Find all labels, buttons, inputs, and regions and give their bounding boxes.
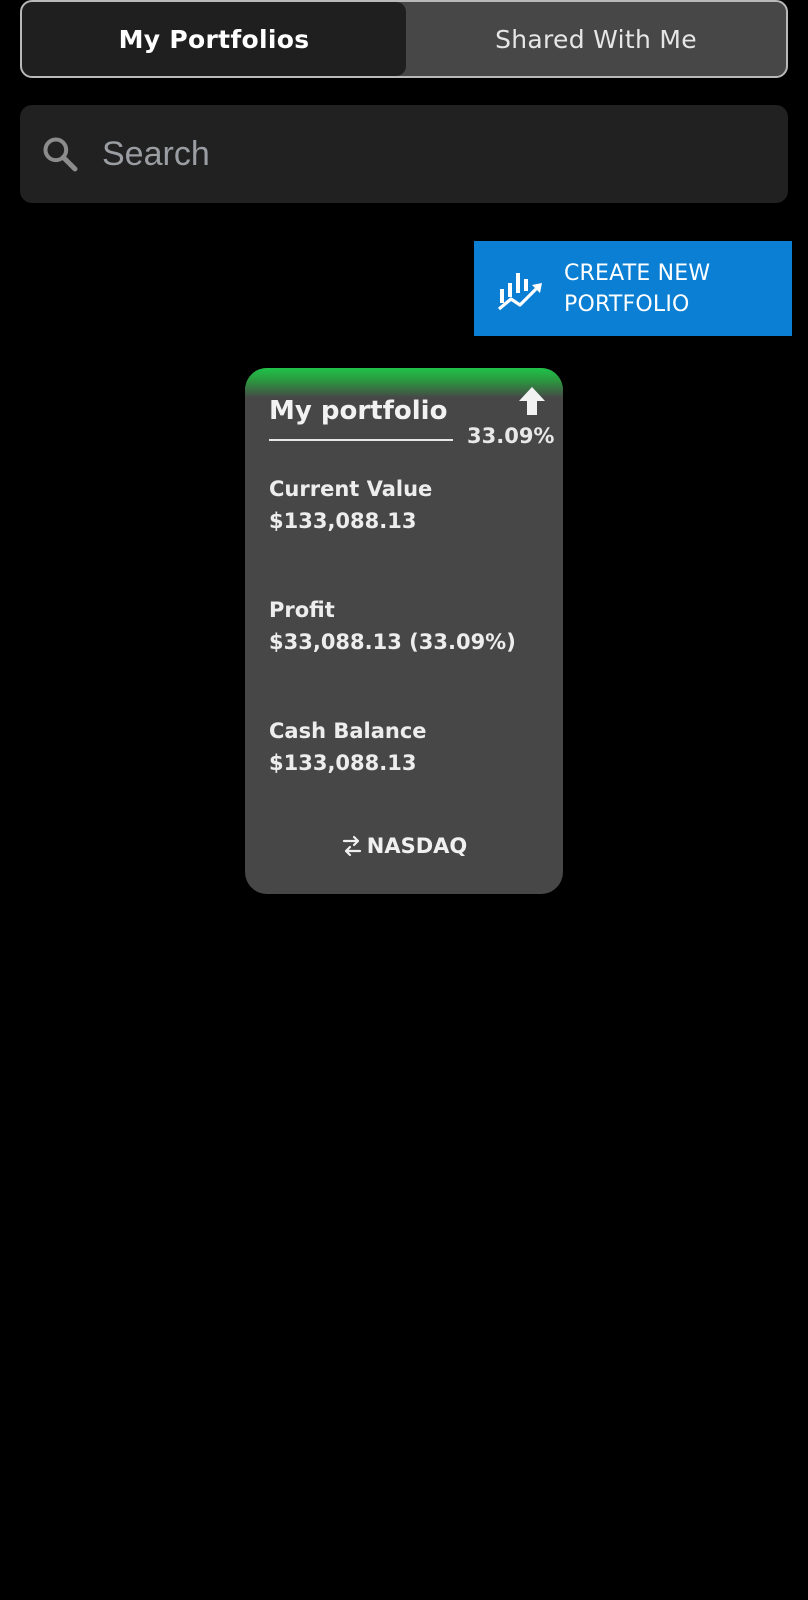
profit-label: Profit — [269, 598, 335, 622]
cash-balance-label: Cash Balance — [269, 719, 427, 743]
search-bar — [20, 105, 788, 203]
chart-growth-icon — [497, 272, 542, 310]
portfolio-change-percent: 33.09% — [467, 424, 555, 448]
card-gain-indicator — [245, 368, 563, 398]
portfolio-tabs: My Portfolios Shared With Me — [20, 0, 788, 78]
cash-balance-value: $133,088.13 — [269, 751, 417, 775]
portfolio-card[interactable]: My portfolio 33.09% Current Value $133,0… — [245, 368, 563, 894]
current-value-label: Current Value — [269, 477, 433, 501]
create-new-portfolio-label: CREATE NEW PORTFOLIO — [564, 260, 711, 317]
search-icon — [43, 137, 78, 172]
tab-shared-with-me[interactable]: Shared With Me — [406, 2, 786, 76]
exchange-selector[interactable]: NASDAQ — [245, 834, 563, 858]
create-new-portfolio-button[interactable]: CREATE NEW PORTFOLIO — [474, 241, 792, 336]
tab-my-portfolios[interactable]: My Portfolios — [22, 2, 406, 76]
profit-value: $33,088.13 (33.09%) — [269, 630, 516, 654]
exchange-label: NASDAQ — [366, 834, 468, 858]
search-input[interactable] — [100, 123, 788, 185]
title-underline — [269, 439, 453, 441]
current-value: $133,088.13 — [269, 509, 417, 533]
arrow-up-icon — [519, 387, 545, 415]
swap-icon — [342, 835, 361, 857]
portfolio-title[interactable]: My portfolio — [269, 396, 447, 426]
